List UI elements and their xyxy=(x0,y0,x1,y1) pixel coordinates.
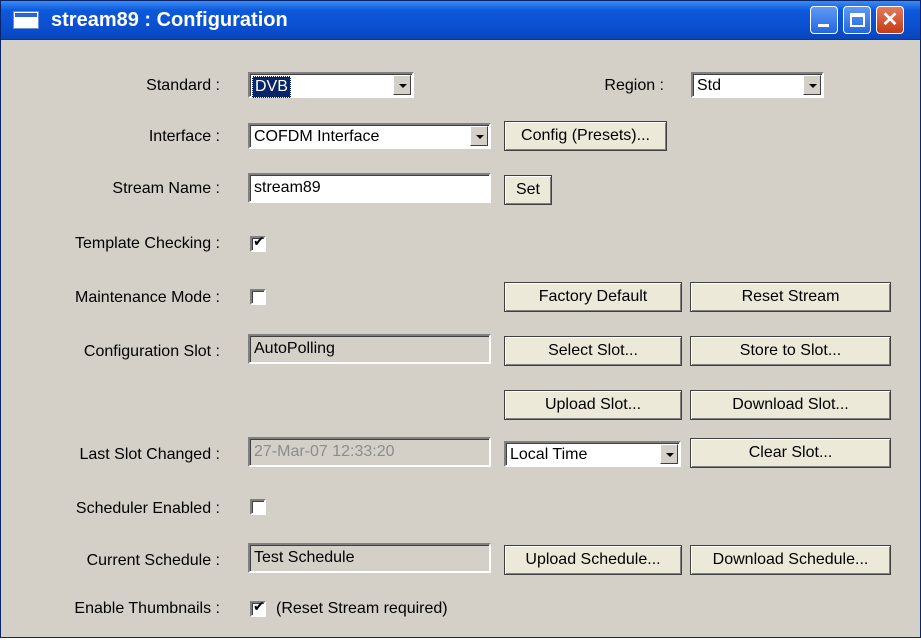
template-checking-label: Template Checking : xyxy=(75,235,220,252)
upload-schedule-button[interactable]: Upload Schedule... xyxy=(504,545,682,575)
title-bar[interactable]: stream89 : Configuration ✕ xyxy=(1,1,920,40)
factory-default-button[interactable]: Factory Default xyxy=(504,282,682,312)
current-schedule-label: Current Schedule : xyxy=(86,552,220,569)
clear-slot-button[interactable]: Clear Slot... xyxy=(690,438,891,468)
window-app-icon xyxy=(13,11,39,29)
set-button[interactable]: Set xyxy=(504,175,552,205)
configuration-slot-field: AutoPolling xyxy=(248,334,491,364)
standard-select-value: DVB xyxy=(252,76,291,98)
scheduler-enabled-checkbox[interactable] xyxy=(250,499,266,515)
configuration-slot-label: Configuration Slot : xyxy=(83,343,220,360)
config-presets-button[interactable]: Config (Presets)... xyxy=(504,121,667,151)
reset-stream-button[interactable]: Reset Stream xyxy=(690,282,891,312)
maximize-icon xyxy=(850,13,865,27)
maintenance-mode-label: Maintenance Mode : xyxy=(75,289,220,306)
download-slot-button[interactable]: Download Slot... xyxy=(690,390,891,420)
select-slot-button[interactable]: Select Slot... xyxy=(504,336,682,366)
interface-label: Interface : xyxy=(148,128,220,145)
current-schedule-field: Test Schedule xyxy=(248,543,491,573)
region-label: Region : xyxy=(604,77,664,94)
last-slot-changed-label: Last Slot Changed : xyxy=(79,446,220,463)
chevron-down-icon[interactable] xyxy=(393,75,411,95)
template-checking-checkbox[interactable] xyxy=(250,234,266,252)
reset-stream-required-note: (Reset Stream required) xyxy=(276,600,448,617)
window-title: stream89 : Configuration xyxy=(51,9,288,31)
enable-thumbnails-label: Enable Thumbnails : xyxy=(74,600,220,617)
minimize-button[interactable] xyxy=(810,6,838,34)
time-mode-select[interactable]: Local Time xyxy=(504,441,681,467)
close-button[interactable]: ✕ xyxy=(876,6,904,34)
maximize-button[interactable] xyxy=(843,6,871,34)
time-mode-select-value: Local Time xyxy=(510,446,588,463)
store-to-slot-button[interactable]: Store to Slot... xyxy=(690,336,891,366)
interface-select-value: COFDM Interface xyxy=(254,128,380,145)
scheduler-enabled-label: Scheduler Enabled : xyxy=(75,500,220,517)
chevron-down-icon[interactable] xyxy=(470,126,488,146)
configuration-window: stream89 : Configuration ✕ Standard : DV… xyxy=(0,0,921,638)
standard-select[interactable]: DVB xyxy=(248,72,414,98)
download-schedule-button[interactable]: Download Schedule... xyxy=(690,545,891,575)
stream-name-input[interactable]: stream89 xyxy=(248,173,491,203)
interface-select[interactable]: COFDM Interface xyxy=(248,123,491,149)
minimize-icon xyxy=(818,24,829,27)
stream-name-label: Stream Name : xyxy=(112,180,220,197)
close-icon: ✕ xyxy=(881,9,899,31)
maintenance-mode-checkbox[interactable] xyxy=(250,289,266,305)
enable-thumbnails-checkbox[interactable] xyxy=(250,599,266,617)
region-select[interactable]: Std xyxy=(691,72,824,98)
chevron-down-icon[interactable] xyxy=(660,444,678,464)
region-select-value: Std xyxy=(697,77,722,94)
upload-slot-button[interactable]: Upload Slot... xyxy=(504,390,682,420)
standard-label: Standard : xyxy=(146,77,220,94)
chevron-down-icon[interactable] xyxy=(803,75,821,95)
last-slot-changed-field: 27-Mar-07 12:33:20 xyxy=(248,437,491,467)
